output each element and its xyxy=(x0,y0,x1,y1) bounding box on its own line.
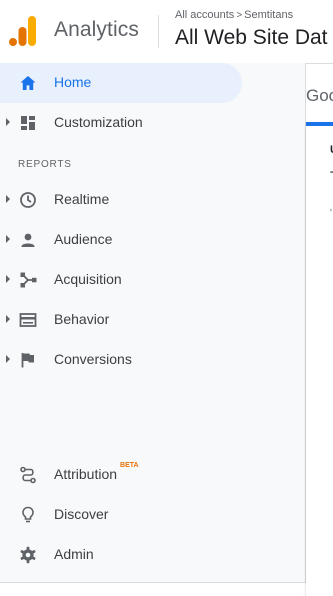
breadcrumb-account[interactable]: Semtitans xyxy=(244,9,293,21)
expand-arrow-icon[interactable] xyxy=(6,315,10,323)
expand-arrow-icon[interactable] xyxy=(6,195,10,203)
expand-arrow-icon[interactable] xyxy=(6,235,10,243)
dashboard-icon xyxy=(21,116,35,130)
sidebar: Home Customization REPORTS Realtime Audi… xyxy=(0,63,306,583)
sidebar-item-label: Attribution xyxy=(54,466,118,482)
sidebar-item-label: Audience xyxy=(54,231,113,247)
sidebar-item-customization[interactable]: Customization xyxy=(0,103,242,143)
home-icon xyxy=(20,76,36,90)
gear-icon xyxy=(20,546,36,564)
top-header: Analytics All accounts > Semtitans All Web… xyxy=(0,0,333,64)
beta-badge: BETA xyxy=(120,462,139,469)
sidebar-item-discover[interactable]: Discover xyxy=(0,495,242,535)
expand-arrow-icon[interactable] xyxy=(6,118,10,126)
sidebar-item-realtime[interactable]: Realtime xyxy=(0,180,242,220)
sidebar-item-conversions[interactable]: Conversions xyxy=(0,340,242,380)
sidebar-item-label: Conversions xyxy=(54,351,132,367)
analytics-logo-icon[interactable] xyxy=(9,16,36,46)
clock-icon xyxy=(20,192,36,208)
card-text-3: ' xyxy=(330,208,332,219)
sidebar-item-label: Discover xyxy=(54,506,109,522)
sidebar-item-label: Customization xyxy=(54,114,143,130)
sidebar-item-label: Home xyxy=(54,74,92,90)
sidebar-item-label: Acquisition xyxy=(54,271,122,287)
sidebar-item-behavior[interactable]: Behavior xyxy=(0,300,242,340)
expand-arrow-icon[interactable] xyxy=(6,275,10,283)
sidebar-item-attribution[interactable]: AttributionBETA xyxy=(0,455,242,495)
breadcrumb[interactable]: All accounts > Semtitans xyxy=(175,9,293,21)
breadcrumb-all-accounts[interactable]: All accounts xyxy=(175,9,234,21)
sidebar-item-label: Realtime xyxy=(54,191,110,207)
sidebar-item-label-group: AttributionBETA xyxy=(54,462,139,482)
sidebar-item-home[interactable]: Home xyxy=(0,63,242,103)
reports-section-heading: REPORTS xyxy=(18,159,72,170)
breadcrumb-separator: > xyxy=(236,10,243,21)
sidebar-item-acquisition[interactable]: Acquisition xyxy=(0,260,242,300)
behavior-icon xyxy=(19,313,37,327)
acquisition-icon xyxy=(20,272,37,288)
header-divider xyxy=(158,15,159,48)
sidebar-item-audience[interactable]: Audience xyxy=(0,220,242,260)
page-title: Goo xyxy=(306,86,333,105)
sidebar-item-label: Admin xyxy=(54,546,94,562)
report-card[interactable] xyxy=(306,122,333,596)
lightbulb-icon xyxy=(22,506,34,523)
flag-icon xyxy=(21,353,34,368)
person-icon xyxy=(21,233,35,247)
attribution-icon xyxy=(20,466,36,484)
app-title: Analytics xyxy=(54,18,139,41)
expand-arrow-icon[interactable] xyxy=(6,355,10,363)
property-selector[interactable]: All Web Site Dat xyxy=(175,26,328,50)
sidebar-item-label: Behavior xyxy=(54,311,110,327)
sidebar-item-admin[interactable]: Admin xyxy=(0,535,242,575)
